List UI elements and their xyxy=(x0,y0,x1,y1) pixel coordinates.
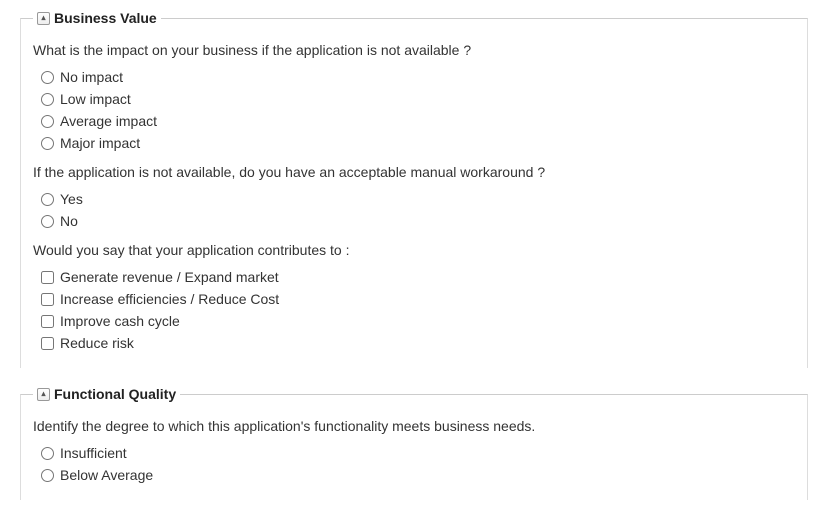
workaround-option-row: Yes xyxy=(33,188,795,210)
workaround-option-row: No xyxy=(33,210,795,232)
contributes-label-revenue: Generate revenue / Expand market xyxy=(60,269,279,285)
functional-quality-title: Functional Quality xyxy=(54,386,176,402)
contributes-option-row: Increase efficiencies / Reduce Cost xyxy=(33,288,795,310)
functionality-question: Identify the degree to which this applic… xyxy=(33,418,795,434)
functionality-radio-below-average[interactable] xyxy=(41,469,54,482)
impact-label-no: No impact xyxy=(60,69,123,85)
impact-option-row: Major impact xyxy=(33,132,795,154)
contributes-label-cash: Improve cash cycle xyxy=(60,313,180,329)
functionality-label-below-average: Below Average xyxy=(60,467,153,483)
impact-label-average: Average impact xyxy=(60,113,157,129)
impact-radio-no[interactable] xyxy=(41,71,54,84)
contributes-option-row: Improve cash cycle xyxy=(33,310,795,332)
functionality-option-row: Below Average xyxy=(33,464,795,486)
business-value-title: Business Value xyxy=(54,10,157,26)
impact-option-row: No impact xyxy=(33,66,795,88)
business-value-section: ▴ Business Value What is the impact on y… xyxy=(20,10,808,368)
workaround-question: If the application is not available, do … xyxy=(33,164,795,180)
impact-label-major: Major impact xyxy=(60,135,140,151)
impact-radio-major[interactable] xyxy=(41,137,54,150)
contributes-checkbox-revenue[interactable] xyxy=(41,271,54,284)
functional-quality-section: ▴ Functional Quality Identify the degree… xyxy=(20,386,808,500)
workaround-label-yes: Yes xyxy=(60,191,83,207)
impact-label-low: Low impact xyxy=(60,91,131,107)
impact-radio-average[interactable] xyxy=(41,115,54,128)
contributes-question: Would you say that your application cont… xyxy=(33,242,795,258)
functionality-option-row: Insufficient xyxy=(33,442,795,464)
collapse-icon[interactable]: ▴ xyxy=(37,388,50,401)
business-value-legend: ▴ Business Value xyxy=(33,10,161,26)
workaround-radio-no[interactable] xyxy=(41,215,54,228)
contributes-label-efficiency: Increase efficiencies / Reduce Cost xyxy=(60,291,279,307)
functionality-radio-insufficient[interactable] xyxy=(41,447,54,460)
workaround-radio-yes[interactable] xyxy=(41,193,54,206)
impact-option-row: Average impact xyxy=(33,110,795,132)
functional-quality-legend: ▴ Functional Quality xyxy=(33,386,180,402)
impact-option-row: Low impact xyxy=(33,88,795,110)
workaround-label-no: No xyxy=(60,213,78,229)
functionality-label-insufficient: Insufficient xyxy=(60,445,127,461)
impact-radio-low[interactable] xyxy=(41,93,54,106)
contributes-checkbox-efficiency[interactable] xyxy=(41,293,54,306)
impact-question: What is the impact on your business if t… xyxy=(33,42,795,58)
collapse-icon[interactable]: ▴ xyxy=(37,12,50,25)
contributes-option-row: Generate revenue / Expand market xyxy=(33,266,795,288)
contributes-label-risk: Reduce risk xyxy=(60,335,134,351)
contributes-option-row: Reduce risk xyxy=(33,332,795,354)
contributes-checkbox-cash[interactable] xyxy=(41,315,54,328)
contributes-checkbox-risk[interactable] xyxy=(41,337,54,350)
